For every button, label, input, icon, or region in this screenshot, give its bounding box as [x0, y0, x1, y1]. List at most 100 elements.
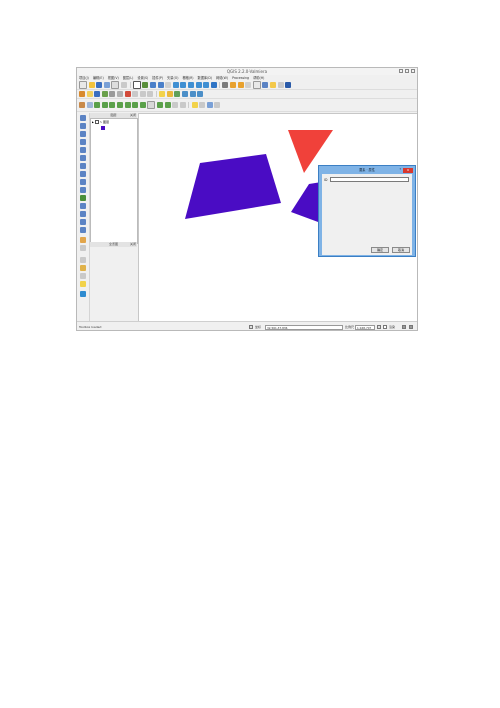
html-annotation-icon[interactable]: [80, 273, 86, 279]
add-oracle-icon[interactable]: [116, 102, 123, 108]
id-field-input[interactable]: [330, 177, 409, 182]
expand-icon[interactable]: ▶: [92, 121, 94, 124]
print-composer-icon[interactable]: [111, 81, 120, 89]
stop-render-icon[interactable]: [377, 325, 381, 329]
gps-tools-icon[interactable]: [191, 102, 198, 108]
zoom-last-icon[interactable]: [195, 82, 202, 88]
delete-part-icon[interactable]: [80, 171, 86, 177]
messages-icon[interactable]: [409, 325, 413, 329]
ok-button[interactable]: 确定: [371, 247, 389, 253]
bookmark-icon[interactable]: [270, 82, 277, 88]
node-tool-icon[interactable]: [116, 91, 123, 97]
add-mssql-icon[interactable]: [109, 102, 116, 108]
add-raster-layer-icon[interactable]: [86, 102, 93, 108]
show-labels-icon[interactable]: [174, 91, 181, 97]
add-part-icon[interactable]: [80, 147, 86, 153]
add-postgis-icon[interactable]: [94, 102, 101, 108]
identify-icon[interactable]: [222, 82, 229, 88]
dialog-close-icon[interactable]: x: [403, 167, 413, 173]
delete-ring-icon[interactable]: [80, 163, 86, 169]
save-edits-icon[interactable]: [94, 91, 101, 97]
new-spatialite-layer-icon[interactable]: [164, 102, 171, 108]
composer-manager-icon[interactable]: [120, 82, 127, 88]
scale-combo[interactable]: 1:168,707: [355, 324, 375, 330]
coordinate-field[interactable]: 32.561,37.836: [265, 324, 343, 330]
pin-labels-icon[interactable]: [166, 91, 173, 97]
layer-symbol-swatch[interactable]: [101, 126, 105, 130]
toggle-editing-icon[interactable]: [86, 91, 93, 97]
dialog-help-icon[interactable]: ?: [399, 167, 401, 171]
merge-features-icon[interactable]: [80, 211, 86, 217]
simplify-icon[interactable]: [80, 237, 86, 243]
add-wcs-icon[interactable]: [132, 102, 139, 108]
coordinate-capture-icon[interactable]: [199, 102, 206, 108]
minimize-icon[interactable]: [399, 69, 403, 73]
add-wms-icon[interactable]: [124, 102, 131, 108]
move-label-icon[interactable]: [181, 91, 188, 97]
offset-curve-icon[interactable]: [80, 187, 86, 193]
add-polygon-icon[interactable]: [80, 131, 86, 137]
add-point-icon[interactable]: [80, 115, 86, 121]
zoom-in-icon[interactable]: [149, 82, 156, 88]
select-features-icon[interactable]: [230, 82, 237, 88]
add-ring-icon[interactable]: [80, 139, 86, 145]
delete-selected-icon[interactable]: [124, 91, 131, 97]
help-icon[interactable]: [285, 82, 292, 88]
zoom-next-icon[interactable]: [203, 82, 210, 88]
add-vector-layer-icon[interactable]: [79, 102, 85, 108]
zoom-actual-icon[interactable]: [165, 82, 172, 88]
current-edits-icon[interactable]: [79, 91, 85, 97]
refresh-icon[interactable]: [210, 82, 217, 88]
zoom-full-icon[interactable]: [172, 82, 179, 88]
copy-features-icon[interactable]: [139, 91, 146, 97]
paste-features-icon[interactable]: [147, 91, 154, 97]
zoom-selection-icon[interactable]: [187, 82, 194, 88]
new-shapefile-icon[interactable]: [156, 102, 163, 108]
zoom-out-icon[interactable]: [157, 82, 164, 88]
change-label-icon[interactable]: [197, 91, 204, 97]
layer-item[interactable]: ▶ ✎ 图层: [92, 120, 109, 124]
raster-tool-icon[interactable]: [80, 291, 86, 297]
new-project-icon[interactable]: [79, 81, 87, 89]
deselect-icon[interactable]: [237, 82, 244, 88]
purple-quad-polygon[interactable]: [185, 154, 281, 219]
open-project-icon[interactable]: [88, 82, 95, 88]
rotate-symbols-icon[interactable]: [80, 227, 86, 233]
crs-status-icon[interactable]: [402, 325, 406, 329]
add-delimited-text-icon[interactable]: [147, 101, 156, 109]
save-as-icon[interactable]: [103, 82, 110, 88]
add-wfs-icon[interactable]: [139, 102, 146, 108]
remove-layer-icon[interactable]: [172, 102, 179, 108]
pan-to-selection-icon[interactable]: [142, 82, 149, 88]
python-console-icon[interactable]: [214, 102, 221, 108]
pan-icon[interactable]: [132, 81, 141, 89]
layer-properties-icon[interactable]: [179, 102, 186, 108]
split-parts-icon[interactable]: [80, 203, 86, 209]
rotate-label-icon[interactable]: [189, 91, 196, 97]
text-annotation-icon[interactable]: [80, 257, 86, 263]
close-icon[interactable]: [411, 69, 415, 73]
advanced-edit-icon[interactable]: [80, 245, 86, 251]
toggle-extents-icon[interactable]: [249, 325, 253, 329]
render-checkbox[interactable]: [383, 325, 387, 329]
map-tips-icon[interactable]: [262, 82, 269, 88]
add-feature-icon[interactable]: [101, 91, 108, 97]
layer-visibility-checkbox[interactable]: [94, 120, 99, 124]
merge-attributes-icon[interactable]: [80, 219, 86, 225]
save-project-icon[interactable]: [96, 82, 103, 88]
zoom-layer-icon[interactable]: [180, 82, 187, 88]
reshape-icon[interactable]: [80, 179, 86, 185]
move-feature-icon[interactable]: [109, 91, 116, 97]
cancel-button[interactable]: 取消: [392, 247, 410, 253]
split-features-icon[interactable]: [80, 195, 86, 201]
svg-annotation-icon[interactable]: [80, 281, 86, 287]
measure-icon[interactable]: [252, 81, 261, 89]
add-spatialite-icon[interactable]: [101, 102, 108, 108]
cut-features-icon[interactable]: [132, 91, 139, 97]
annotation-icon[interactable]: [277, 82, 284, 88]
form-annotation-icon[interactable]: [80, 265, 86, 271]
attribute-table-icon[interactable]: [245, 82, 252, 88]
georeferencer-icon[interactable]: [206, 102, 213, 108]
maximize-icon[interactable]: [405, 69, 409, 73]
fill-ring-icon[interactable]: [80, 155, 86, 161]
